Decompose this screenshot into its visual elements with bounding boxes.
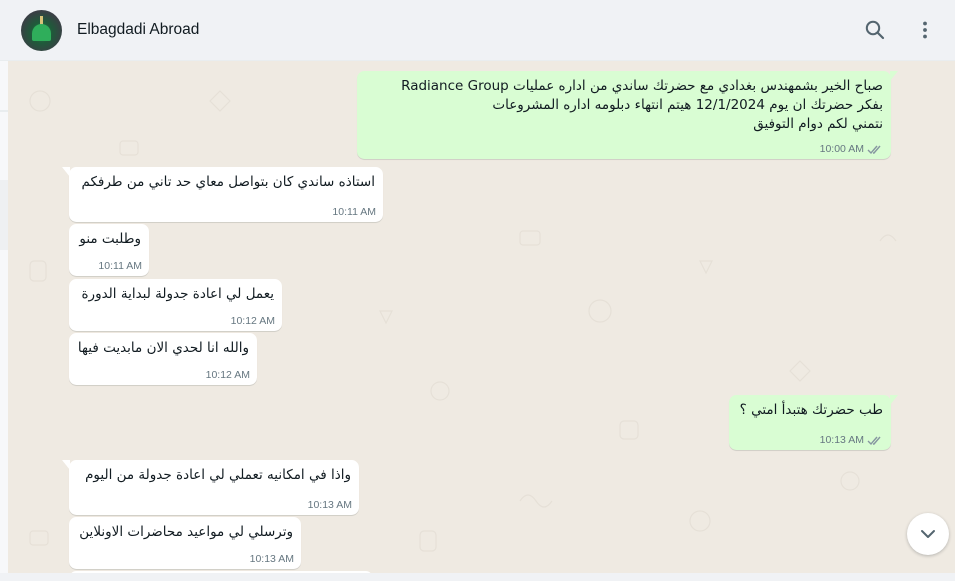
composer-edge [0, 573, 955, 581]
message-meta: 10:13 AM [308, 499, 352, 511]
scroll-to-bottom-button[interactable] [907, 513, 949, 555]
message-time: 10:13 AM [307, 499, 352, 511]
message-meta: 10:11 AM [98, 260, 142, 272]
message-text: وترسلي لي مواعيد محاضرات الاونلاين [79, 524, 293, 540]
outgoing-message-bubble[interactable]: طب حضرتك هتبدأ امتي ؟ 10:13 AM [729, 395, 898, 450]
message-meta: 10:13 AM [820, 434, 884, 446]
search-icon[interactable] [863, 18, 887, 42]
outgoing-message-bubble[interactable]: صباح الخير بشمهندس بغدادي مع حضرتك ساندي… [357, 71, 898, 159]
message-text: وطلبت منو [79, 231, 141, 247]
message-time: 10:13 AM [819, 434, 864, 446]
chevron-down-icon [921, 530, 935, 538]
message-time: 10:11 AM [98, 260, 142, 272]
incoming-message-bubble[interactable]: والله انا لحدي الان مابديت فيها 10:12 AM [69, 333, 257, 385]
message-text: صباح الخير بشمهندس بغدادي مع حضرتك ساندي… [366, 77, 883, 134]
message-time: 10:12 AM [230, 315, 275, 327]
incoming-message-bubble[interactable]: وترسلي لي مواعيد محاضرات الاونلاين 10:13… [69, 517, 301, 569]
message-time: 10:13 AM [249, 553, 294, 565]
message-meta: 10:11 AM [332, 206, 376, 218]
incoming-message-bubble[interactable]: وطلبت منو 10:11 AM [69, 224, 149, 276]
message-time: 10:11 AM [332, 206, 376, 218]
contact-avatar[interactable] [21, 10, 62, 51]
message-meta: 10:12 AM [231, 315, 275, 327]
more-vertical-icon[interactable] [913, 18, 937, 42]
message-text: طب حضرتك هتبدأ امتي ؟ [739, 402, 883, 418]
message-line: نتمني لكم دوام التوفيق [753, 116, 883, 132]
message-text: استاذه ساندي كان بتواصل معاي حد تاني من … [81, 174, 375, 190]
double-check-icon [867, 145, 881, 154]
message-line: بفكر حضرتك ان يوم 12/1/2024 هيتم انتهاء … [492, 97, 883, 113]
chat-header: Elbagdadi Abroad [0, 0, 955, 61]
message-text: والله انا لحدي الان مابديت فيها [77, 340, 249, 356]
message-line: صباح الخير بشمهندس بغدادي مع حضرتك ساندي… [401, 78, 883, 94]
message-time: 10:00 AM [819, 143, 864, 155]
double-check-icon [867, 436, 881, 445]
contact-name[interactable]: Elbagdadi Abroad [77, 21, 199, 39]
message-time: 10:12 AM [205, 369, 250, 381]
incoming-message-bubble[interactable]: يعمل لي اعادة جدولة لبداية الدورة 10:12 … [69, 279, 282, 331]
message-meta: 10:00 AM [820, 143, 884, 155]
message-text: يعمل لي اعادة جدولة لبداية الدورة [81, 286, 274, 302]
message-meta: 10:13 AM [250, 553, 294, 565]
message-meta: 10:12 AM [206, 369, 250, 381]
message-list[interactable]: صباح الخير بشمهندس بغدادي مع حضرتك ساندي… [0, 61, 955, 576]
message-text: واذا في امكانيه تعملي لي اعادة جدولة من … [85, 467, 351, 483]
incoming-message-bubble[interactable]: واذا في امكانيه تعملي لي اعادة جدولة من … [62, 460, 359, 515]
avatar-dome-shape [32, 24, 51, 41]
incoming-message-bubble[interactable]: استاذه ساندي كان بتواصل معاي حد تاني من … [62, 167, 383, 222]
